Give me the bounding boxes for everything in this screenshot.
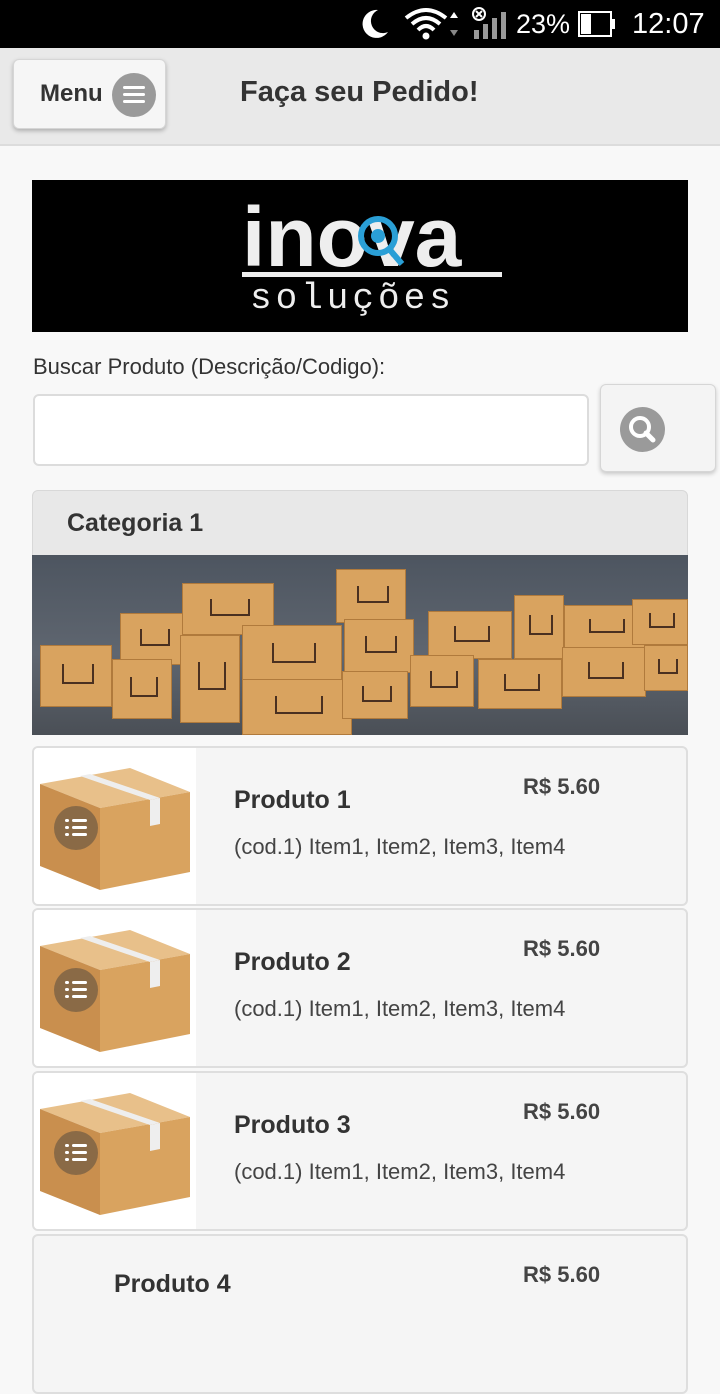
product-name: Produto 4 [114,1270,231,1298]
battery-icon [578,0,620,48]
product-card[interactable]: Produto 4 R$ 5.60 [32,1234,688,1394]
product-description: (cod.1) Item1, Item2, Item3, Item4 [234,996,566,1021]
moon-icon [356,0,396,48]
product-price: R$ 5.60 [523,1099,601,1124]
page-title: Faça seu Pedido! [240,76,479,108]
list-icon[interactable] [54,968,98,1012]
status-bar: 23% 12:07 [0,0,720,48]
clock: 12:07 [632,7,705,40]
menu-label: Menu [40,80,103,107]
category-header[interactable]: Categoria 1 [32,490,688,556]
product-card[interactable]: Produto 3 R$ 5.60 (cod.1) Item1, Item2, … [32,1071,688,1231]
wifi-icon [404,0,464,48]
battery-percent: 23% [516,8,571,39]
search-label: Buscar Produto (Descrição/Codigo): [33,354,386,379]
svg-text:inova: inova [242,190,463,284]
list-icon[interactable] [54,806,98,850]
product-name: Produto 1 [234,786,351,814]
category-banner-image [32,555,688,735]
product-name: Produto 2 [234,948,351,976]
menu-button[interactable]: Menu [13,59,166,129]
signal-icon [470,0,510,48]
product-price: R$ 5.60 [523,936,601,961]
list-icon[interactable] [54,1131,98,1175]
category-title: Categoria 1 [67,509,204,537]
svg-text:soluções: soluções [250,278,455,319]
hamburger-icon [112,73,156,117]
product-name: Produto 3 [234,1111,351,1139]
product-price: R$ 5.60 [523,774,601,799]
brand-logo: inova soluções [32,180,688,332]
search-icon [620,407,665,452]
product-description: (cod.1) Item1, Item2, Item3, Item4 [234,834,566,859]
product-price: R$ 5.60 [523,1262,601,1287]
product-description: (cod.1) Item1, Item2, Item3, Item4 [234,1159,566,1184]
search-button[interactable] [600,384,716,472]
app-header: Menu Faça seu Pedido! [0,48,720,146]
product-card[interactable]: Produto 2 R$ 5.60 (cod.1) Item1, Item2, … [32,908,688,1068]
product-card[interactable]: Produto 1 R$ 5.60 (cod.1) Item1, Item2, … [32,746,688,906]
search-input[interactable] [33,394,589,466]
